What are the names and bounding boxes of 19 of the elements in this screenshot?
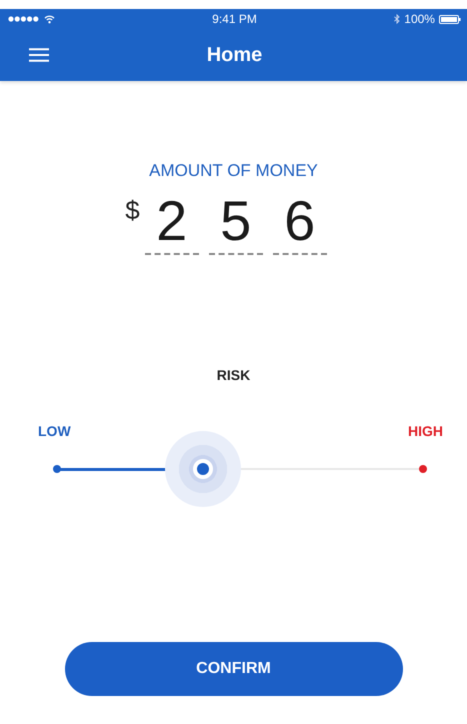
menu-icon[interactable] [29,48,49,62]
currency-symbol: $ [125,195,140,226]
risk-label: RISK [216,367,252,383]
digit-field[interactable]: 5 [208,191,263,255]
high-label: HIGH [408,423,443,439]
battery-icon [438,14,461,24]
digit-field[interactable]: 6 [272,191,327,255]
low-end-dot [53,465,61,473]
low-label: LOW [38,423,71,439]
bluetooth-icon [394,14,400,24]
amount-label: AMOUNT OF MONEY [148,161,319,181]
confirm-button[interactable]: CONFIRM [64,642,402,696]
page-title: Home [206,44,262,66]
status-time: 9:41 PM [212,12,257,26]
digit-field[interactable]: 2 [144,191,199,255]
wifi-icon [44,14,55,24]
high-end-dot [419,465,427,473]
signal-icon [8,16,40,22]
battery-percent: 100% [404,12,435,26]
